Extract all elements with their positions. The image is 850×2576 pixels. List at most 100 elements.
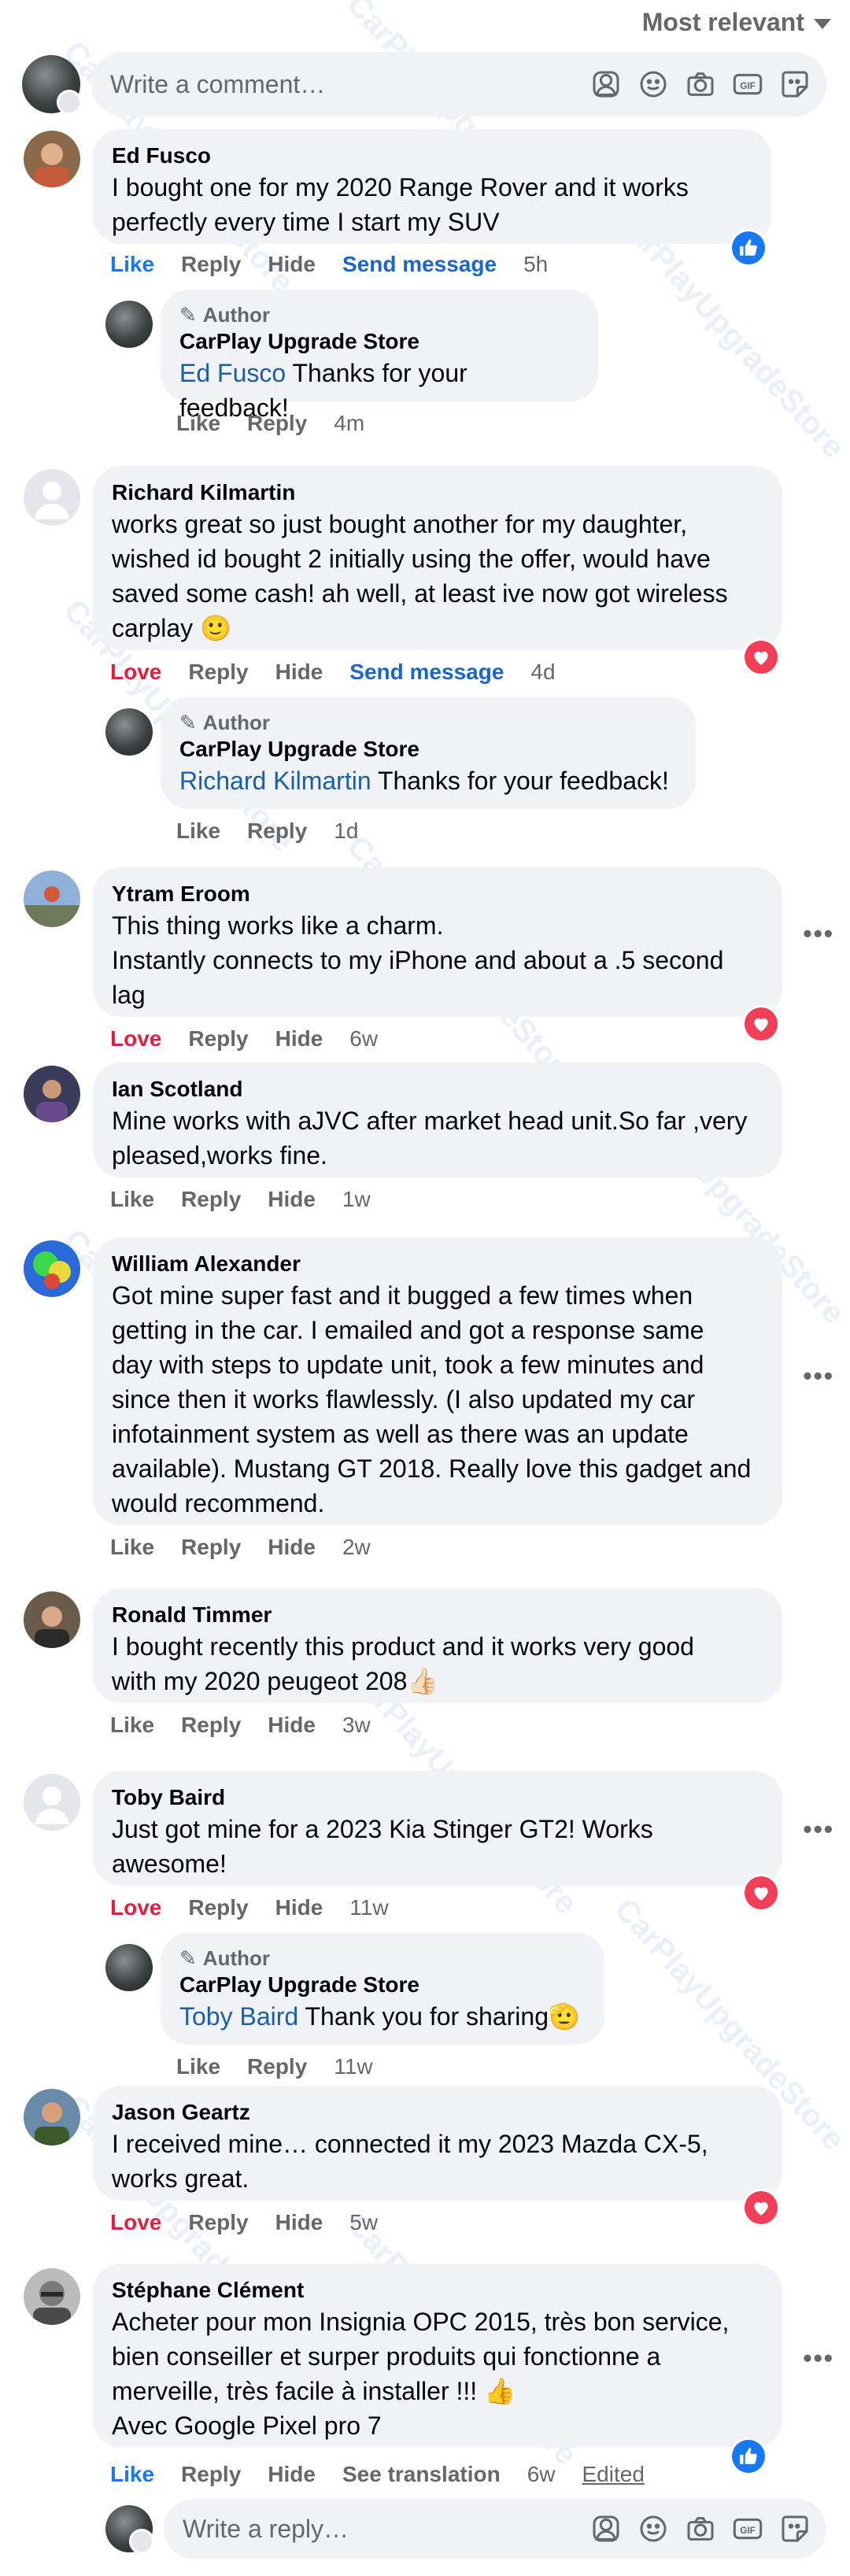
hide-button[interactable]: Hide bbox=[268, 1535, 316, 1560]
comment-input[interactable]: Write a comment… GIF bbox=[91, 52, 826, 116]
comment-author[interactable]: Toby Baird bbox=[112, 1783, 763, 1812]
avatar[interactable] bbox=[105, 708, 153, 756]
avatar[interactable] bbox=[105, 2505, 154, 2554]
timestamp[interactable]: 1w bbox=[342, 1187, 371, 1212]
avatar[interactable] bbox=[24, 1066, 80, 1122]
emoji-icon[interactable] bbox=[636, 2511, 671, 2546]
timestamp[interactable]: 6w bbox=[349, 1026, 378, 1051]
reply-author[interactable]: CarPlay Upgrade Store bbox=[179, 1971, 586, 1999]
timestamp[interactable]: 3w bbox=[342, 1713, 371, 1738]
like-reaction-icon[interactable] bbox=[732, 231, 765, 264]
gif-icon[interactable]: GIF bbox=[730, 67, 765, 102]
avatar[interactable] bbox=[24, 2268, 80, 2325]
timestamp[interactable]: 11w bbox=[334, 2054, 372, 2079]
mention-link[interactable]: Toby Baird bbox=[179, 2002, 298, 2031]
camera-icon[interactable] bbox=[683, 2511, 718, 2546]
comment-author[interactable]: William Alexander bbox=[112, 1250, 763, 1278]
avatar[interactable] bbox=[24, 131, 80, 187]
like-button[interactable]: Like bbox=[110, 1187, 154, 1212]
timestamp[interactable]: 5w bbox=[349, 2210, 378, 2235]
timestamp[interactable]: 2w bbox=[342, 1535, 371, 1560]
reply-button[interactable]: Reply bbox=[181, 1713, 241, 1738]
send-message-button[interactable]: Send message bbox=[349, 660, 504, 685]
sticker-icon[interactable] bbox=[778, 2511, 812, 2546]
mention-link[interactable]: Ed Fusco bbox=[179, 359, 286, 387]
mention-link[interactable]: Richard Kilmartin bbox=[179, 767, 371, 795]
comment-author[interactable]: Ed Fusco bbox=[112, 142, 752, 170]
reply-button[interactable]: Reply bbox=[188, 1026, 248, 1051]
like-button[interactable]: Like bbox=[176, 2054, 220, 2079]
love-reaction-icon[interactable] bbox=[745, 2191, 778, 2224]
reply-button[interactable]: Reply bbox=[181, 1535, 241, 1560]
hide-button[interactable]: Hide bbox=[268, 252, 316, 277]
like-button[interactable]: Like bbox=[110, 252, 154, 277]
sticker-icon[interactable] bbox=[778, 67, 812, 102]
reply-input[interactable]: Write a reply… GIF bbox=[164, 2499, 826, 2559]
hide-button[interactable]: Hide bbox=[275, 1895, 323, 1920]
avatar-sticker-icon[interactable] bbox=[589, 2511, 623, 2546]
see-translation-button[interactable]: See translation bbox=[342, 2462, 501, 2487]
reply-button[interactable]: Reply bbox=[188, 1895, 248, 1920]
edited-link[interactable]: Edited bbox=[582, 2462, 645, 2487]
comment-author[interactable]: Ian Scotland bbox=[112, 1075, 763, 1103]
love-reaction-icon[interactable] bbox=[745, 1876, 778, 1909]
avatar[interactable] bbox=[105, 1944, 153, 1991]
avatar[interactable] bbox=[105, 301, 153, 348]
sort-dropdown[interactable]: Most relevant bbox=[642, 8, 831, 37]
hide-button[interactable]: Hide bbox=[275, 2210, 323, 2235]
more-options-icon[interactable]: ••• bbox=[803, 1362, 834, 1391]
comment-author[interactable]: Ronald Timmer bbox=[112, 1601, 763, 1629]
timestamp[interactable]: 4m bbox=[334, 411, 364, 436]
hide-button[interactable]: Hide bbox=[275, 1026, 323, 1051]
hide-button[interactable]: Hide bbox=[268, 1187, 316, 1212]
reply-button[interactable]: Reply bbox=[247, 2054, 307, 2079]
reply-author[interactable]: CarPlay Upgrade Store bbox=[179, 735, 677, 763]
reply-button[interactable]: Reply bbox=[181, 2462, 241, 2487]
more-options-icon[interactable]: ••• bbox=[803, 2344, 834, 2373]
reply-button[interactable]: Reply bbox=[247, 819, 307, 844]
avatar[interactable] bbox=[24, 1240, 80, 1297]
comment-author[interactable]: Richard Kilmartin bbox=[112, 479, 763, 507]
reply-button[interactable]: Reply bbox=[247, 411, 307, 436]
send-message-button[interactable]: Send message bbox=[342, 252, 497, 277]
hide-button[interactable]: Hide bbox=[275, 660, 323, 685]
avatar[interactable] bbox=[24, 2089, 80, 2145]
avatar[interactable] bbox=[24, 870, 80, 927]
like-button[interactable]: Like bbox=[110, 1713, 154, 1738]
avatar[interactable] bbox=[24, 1774, 80, 1831]
timestamp[interactable]: 6w bbox=[527, 2462, 556, 2487]
love-button[interactable]: Love bbox=[110, 1895, 161, 1920]
gif-icon[interactable]: GIF bbox=[730, 2511, 765, 2546]
emoji-icon[interactable] bbox=[636, 67, 671, 102]
reply-button[interactable]: Reply bbox=[188, 2210, 248, 2235]
reply-button[interactable]: Reply bbox=[188, 660, 248, 685]
like-button[interactable]: Like bbox=[110, 1535, 154, 1560]
hide-button[interactable]: Hide bbox=[268, 2462, 316, 2487]
like-reaction-icon[interactable] bbox=[732, 2440, 765, 2473]
timestamp[interactable]: 1d bbox=[334, 819, 358, 844]
more-options-icon[interactable]: ••• bbox=[803, 919, 834, 948]
more-options-icon[interactable]: ••• bbox=[803, 1815, 834, 1844]
camera-icon[interactable] bbox=[683, 67, 718, 102]
like-button[interactable]: Like bbox=[176, 411, 220, 436]
comment-author[interactable]: Stéphane Clément bbox=[112, 2276, 763, 2304]
avatar[interactable] bbox=[24, 1591, 80, 1648]
love-button[interactable]: Love bbox=[110, 1026, 161, 1051]
timestamp[interactable]: 5h bbox=[523, 252, 548, 277]
comment-author[interactable]: Ytram Eroom bbox=[112, 880, 763, 908]
like-button[interactable]: Like bbox=[176, 819, 220, 844]
like-button[interactable]: Like bbox=[110, 2462, 154, 2487]
avatar[interactable] bbox=[24, 469, 80, 526]
hide-button[interactable]: Hide bbox=[268, 1713, 316, 1738]
reply-author[interactable]: CarPlay Upgrade Store bbox=[179, 327, 579, 356]
reply-button[interactable]: Reply bbox=[181, 252, 241, 277]
timestamp[interactable]: 11w bbox=[349, 1895, 388, 1920]
love-reaction-icon[interactable] bbox=[745, 641, 778, 674]
avatar-sticker-icon[interactable] bbox=[589, 67, 623, 102]
timestamp[interactable]: 4d bbox=[530, 660, 555, 685]
comment-author[interactable]: Jason Geartz bbox=[112, 2098, 763, 2127]
avatar[interactable] bbox=[22, 55, 82, 115]
love-reaction-icon[interactable] bbox=[745, 1007, 778, 1040]
love-button[interactable]: Love bbox=[110, 2210, 161, 2235]
love-button[interactable]: Love bbox=[110, 660, 161, 685]
